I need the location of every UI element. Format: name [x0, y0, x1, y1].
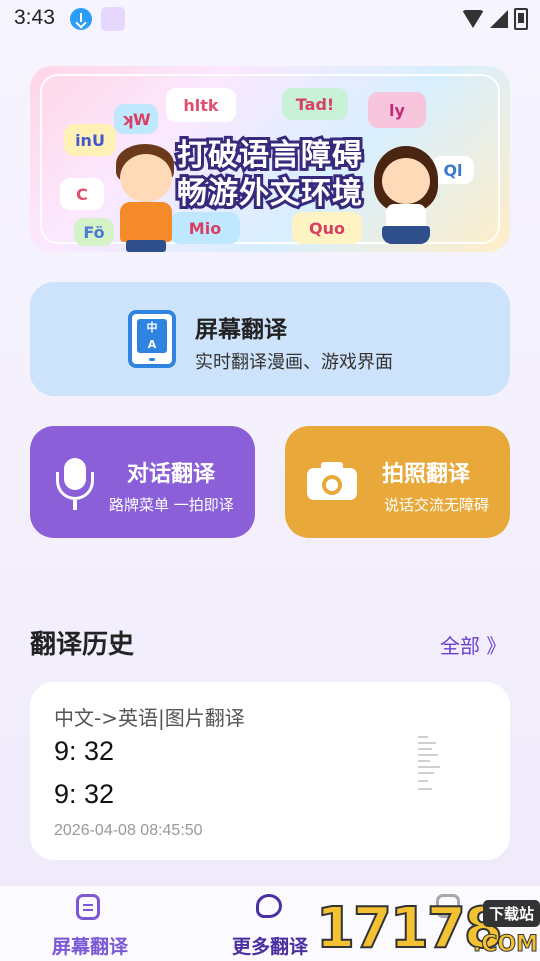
photo-translate-card[interactable]: 拍照翻译 说话交流无障碍	[285, 426, 510, 538]
boy-illustration	[106, 144, 186, 252]
status-bar: 3:43	[0, 0, 540, 36]
site-watermark: 17178 下载站 .COM	[315, 897, 540, 961]
promo-banner[interactable]: hltk Tad! ly inU C ʞW Ql Mio Quo Fö 打破语言…	[30, 66, 510, 252]
history-item-target: 9: 32	[54, 779, 115, 809]
history-item-source: 9: 32	[54, 736, 115, 766]
speech-bubble: Tad!	[282, 88, 348, 120]
screen-translate-subtitle: 实时翻译漫画、游戏界面	[195, 352, 393, 373]
microphone-icon	[52, 458, 98, 514]
history-item-meta: 中文->英语|图片翻译	[54, 706, 245, 730]
girl-illustration	[370, 146, 450, 252]
history-item-time: 2026-04-08 08:45:50	[54, 822, 203, 839]
battery-icon	[514, 8, 528, 30]
tab-label: 更多翻译	[231, 936, 308, 958]
chat-icon	[256, 894, 282, 918]
photo-translate-subtitle: 说话交流无障碍	[384, 496, 490, 514]
history-view-all-link[interactable]: 全部 》	[440, 630, 506, 659]
download-icon	[70, 8, 92, 30]
status-icons	[462, 8, 528, 30]
dialog-translate-card[interactable]: 对话翻译 路牌菜单 一拍即译	[30, 426, 255, 538]
tab-label: 屏幕翻译	[51, 936, 128, 958]
screen-translate-card[interactable]: 中A 屏幕翻译 实时翻译漫画、游戏界面	[30, 282, 510, 396]
speech-bubble: ly	[368, 92, 426, 128]
speech-bubble: Quo	[292, 212, 362, 244]
dialog-translate-title: 对话翻译	[127, 462, 216, 487]
screen-translate-icon: 中A	[128, 310, 176, 368]
history-item[interactable]: 中文->英语|图片翻译 9: 32 9: 32 2026-04-08 08:45…	[30, 682, 510, 860]
signal-icon	[490, 10, 508, 28]
app-notification-icon	[101, 7, 125, 31]
camera-icon	[307, 462, 357, 500]
watermark-tag: 下载站	[482, 900, 540, 927]
photo-translate-title: 拍照翻译	[382, 462, 471, 487]
wifi-icon	[462, 10, 484, 28]
history-item-thumbnail	[412, 732, 448, 802]
document-icon	[76, 894, 100, 920]
watermark-suffix: .COM	[472, 932, 538, 958]
screen-translate-title: 屏幕翻译	[195, 317, 287, 343]
dialog-translate-subtitle: 路牌菜单 一拍即译	[109, 496, 234, 514]
status-time: 3:43	[14, 6, 55, 29]
history-title: 翻译历史	[30, 630, 135, 660]
speech-bubble: hltk	[166, 88, 236, 122]
